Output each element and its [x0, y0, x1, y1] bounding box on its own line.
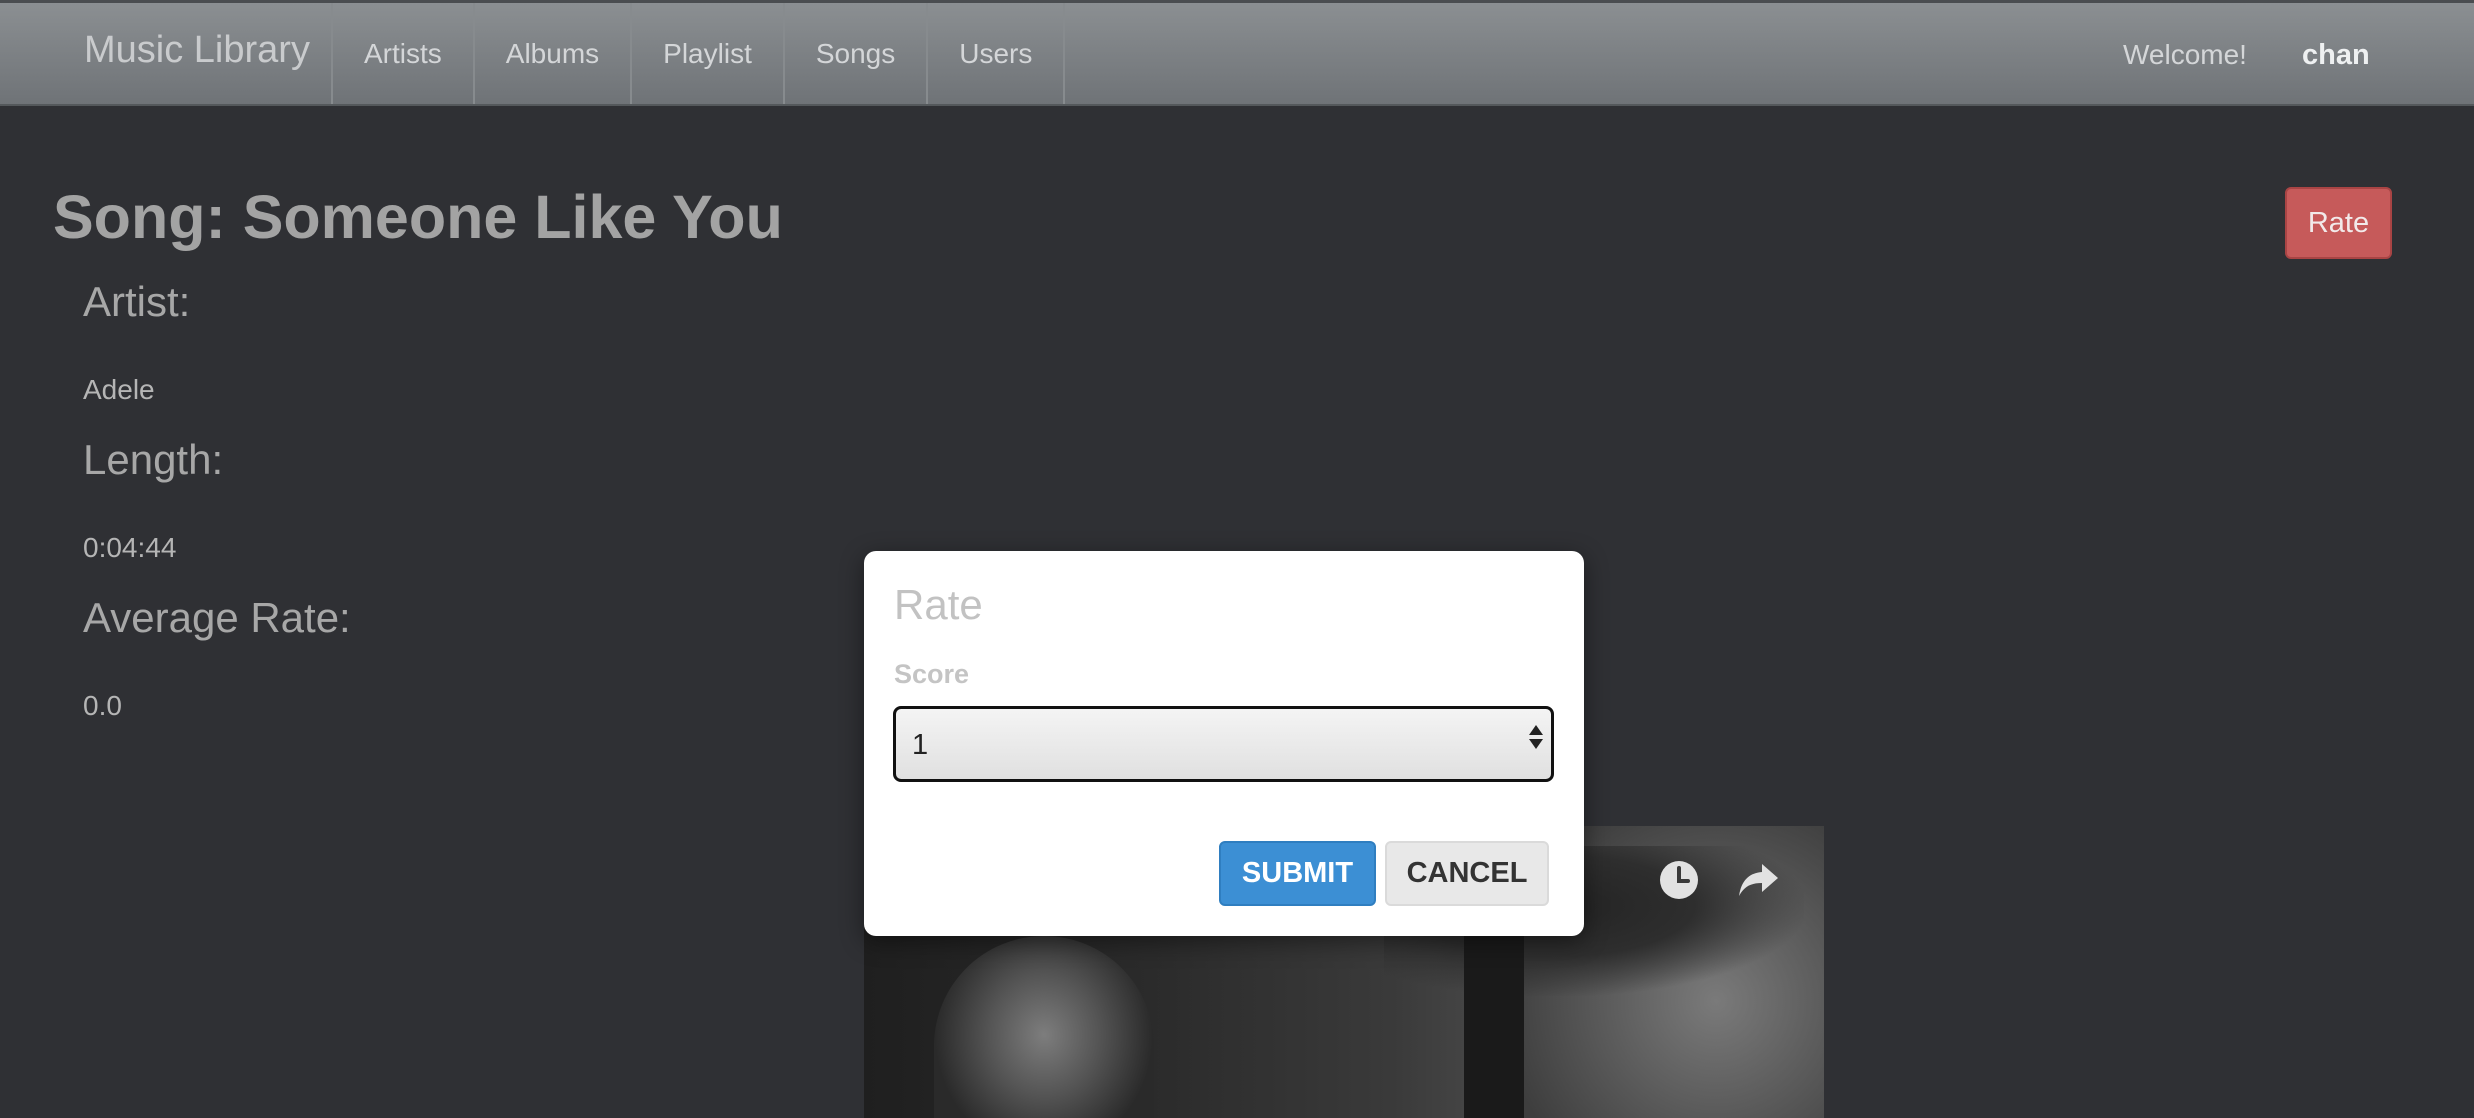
brand-link[interactable]: Music Library — [84, 29, 310, 72]
average-rate-label: Average Rate: — [83, 594, 351, 641]
video-thumbnail-person — [934, 936, 1154, 1118]
nav-item-playlist[interactable]: Playlist — [630, 3, 783, 104]
nav-item-songs[interactable]: Songs — [782, 3, 926, 104]
select-arrows-icon — [1529, 725, 1543, 749]
nav-menu: Artists Albums Playlist Songs Users — [331, 3, 1066, 104]
length-value: 0:04:44 — [83, 532, 177, 563]
welcome-text: Welcome! — [2123, 39, 2247, 70]
score-label: Score — [894, 659, 970, 689]
share-icon[interactable] — [1736, 858, 1782, 909]
artist-value: Adele — [83, 374, 155, 405]
page-title: Song: Someone Like You — [53, 183, 783, 251]
rate-button[interactable]: Rate — [2285, 187, 2392, 259]
rate-modal: Rate Score 1 SUBMIT CANCEL — [864, 551, 1584, 936]
average-rate-value: 0.0 — [83, 690, 122, 721]
nav-item-artists[interactable]: Artists — [331, 3, 473, 104]
length-label: Length: — [83, 436, 224, 483]
cancel-button[interactable]: CANCEL — [1385, 841, 1549, 906]
nav-item-users[interactable]: Users — [926, 3, 1066, 104]
user-link[interactable]: chan — [2302, 39, 2370, 72]
submit-button[interactable]: SUBMIT — [1219, 841, 1376, 906]
modal-title: Rate — [894, 581, 983, 628]
video-thumbnail-tree — [1464, 906, 1524, 1118]
clock-icon[interactable] — [1657, 858, 1701, 909]
top-navbar: Music Library Artists Albums Playlist So… — [0, 0, 2474, 106]
score-select[interactable]: 1 — [893, 706, 1554, 782]
nav-item-albums[interactable]: Albums — [472, 3, 630, 104]
score-selected-value: 1 — [912, 729, 929, 761]
artist-label: Artist: — [83, 278, 191, 325]
